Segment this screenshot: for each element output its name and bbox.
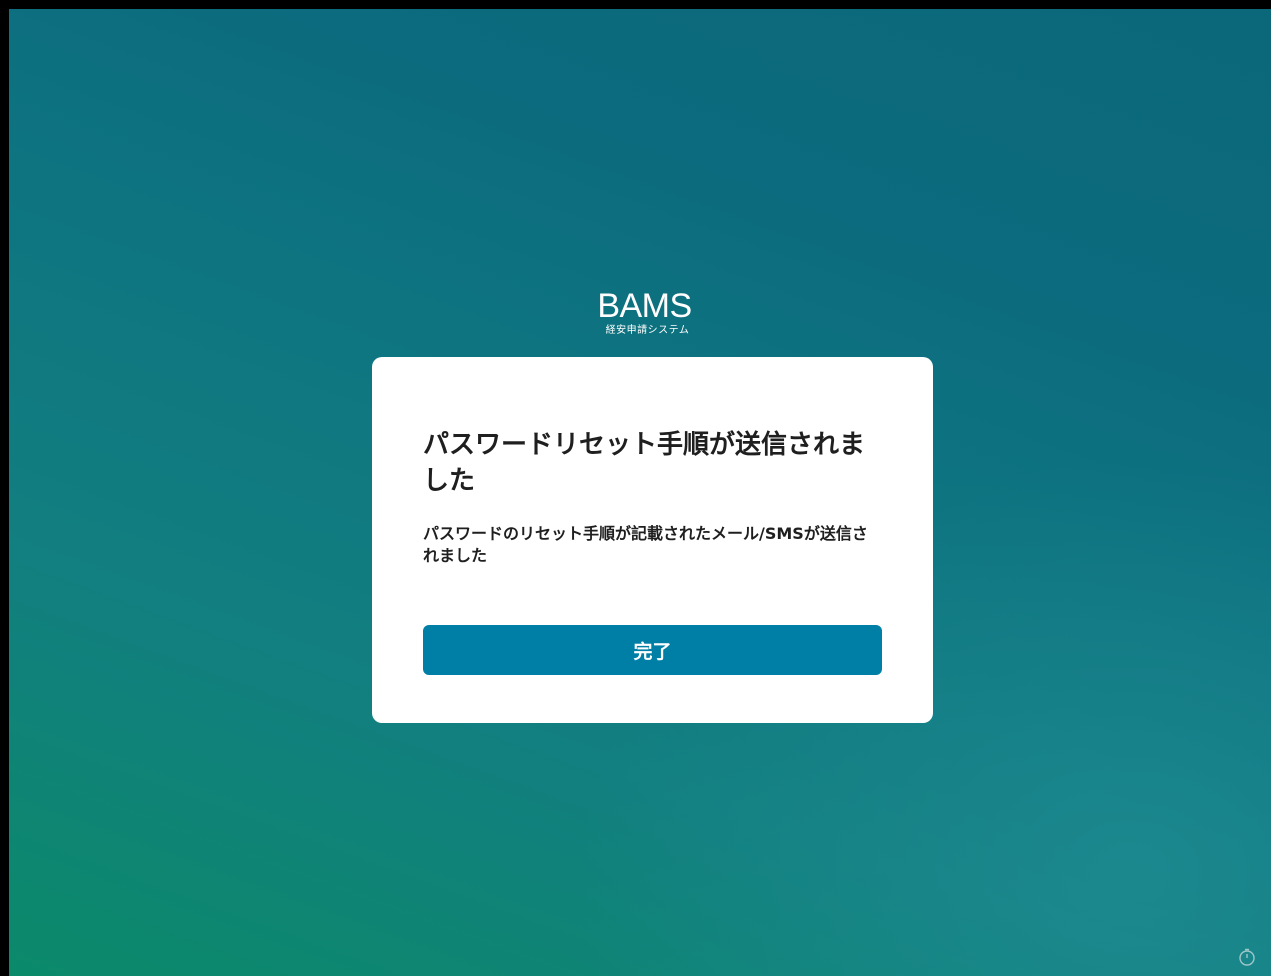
brand-name: BAMS (597, 287, 692, 325)
page-background: BAMS 経安申請システム パスワードリセット手順が送信されました パスワードの… (0, 0, 1271, 976)
done-button[interactable]: 完了 (423, 625, 882, 675)
timer-icon[interactable] (1237, 947, 1257, 967)
brand-subtitle: 経安申請システム (605, 325, 690, 336)
password-reset-sent-card: パスワードリセット手順が送信されました パスワードのリセット手順が記載されたメー… (372, 357, 933, 723)
dialog-title: パスワードリセット手順が送信されました (423, 430, 866, 496)
dialog-message: パスワードのリセット手順が記載されたメール/SMSが送信されました (423, 524, 868, 565)
brand-logo: BAMS 経安申請システム (9, 287, 1271, 337)
